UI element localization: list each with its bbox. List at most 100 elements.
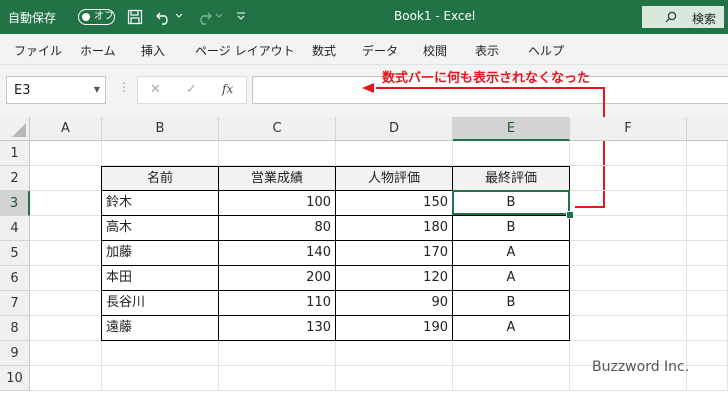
row-header-2[interactable]: 2 — [0, 166, 30, 191]
grid-cell[interactable] — [570, 241, 687, 266]
row-header-1[interactable]: 1 — [0, 141, 30, 166]
table-cell[interactable]: 鈴木 — [101, 191, 219, 216]
table-cell[interactable]: 90 — [336, 291, 453, 316]
grid-cell[interactable] — [687, 241, 728, 266]
grid-cell[interactable] — [453, 341, 570, 366]
grid-cell[interactable] — [570, 291, 687, 316]
grid-cell[interactable] — [687, 216, 728, 241]
grid-cell[interactable] — [30, 141, 102, 166]
grid-cell[interactable] — [687, 316, 728, 341]
header-cell-name[interactable]: 名前 — [101, 166, 219, 191]
table-cell[interactable]: 110 — [219, 291, 336, 316]
table-cell[interactable]: A — [453, 241, 570, 266]
table-cell[interactable]: 遠藤 — [101, 316, 219, 341]
grid-cell[interactable] — [102, 341, 219, 366]
table-cell[interactable]: 170 — [336, 241, 453, 266]
table-cell[interactable]: 200 — [219, 266, 336, 291]
undo-dropdown-icon[interactable] — [175, 13, 183, 19]
row-header-6[interactable]: 6 — [0, 266, 30, 291]
tab-page-layout[interactable]: ページ レイアウト — [195, 42, 295, 59]
grid-cell[interactable] — [453, 366, 570, 391]
save-icon[interactable] — [127, 9, 143, 25]
table-cell[interactable]: 加藤 — [101, 241, 219, 266]
tab-home[interactable]: ホーム — [80, 42, 116, 59]
grid-cell[interactable] — [570, 266, 687, 291]
grid-cell[interactable] — [30, 241, 102, 266]
redo-dropdown-icon[interactable] — [215, 13, 223, 19]
tab-formulas[interactable]: 数式 — [312, 42, 336, 59]
tab-review[interactable]: 校閲 — [423, 42, 447, 59]
table-cell[interactable]: B — [453, 291, 570, 316]
grid-cell[interactable] — [687, 141, 728, 166]
row-header-7[interactable]: 7 — [0, 291, 30, 316]
grid-cell[interactable] — [453, 141, 570, 166]
column-header-a[interactable]: A — [30, 117, 102, 141]
grid-cell[interactable] — [336, 341, 453, 366]
row-header-3[interactable]: 3 — [0, 191, 30, 216]
table-cell[interactable]: 本田 — [101, 266, 219, 291]
grid-cell[interactable] — [30, 191, 102, 216]
column-header-c[interactable]: C — [219, 117, 336, 141]
tab-help[interactable]: ヘルプ — [528, 42, 564, 59]
table-cell[interactable]: 150 — [336, 191, 453, 216]
row-header-5[interactable]: 5 — [0, 241, 30, 266]
column-header-g[interactable] — [687, 117, 728, 141]
grid-cell[interactable] — [30, 266, 102, 291]
name-box[interactable]: E3 ▼ — [6, 76, 106, 104]
table-cell[interactable]: 100 — [219, 191, 336, 216]
tab-data[interactable]: データ — [362, 42, 398, 59]
grid-cell[interactable] — [30, 166, 102, 191]
grid-cell[interactable] — [102, 366, 219, 391]
row-header-10[interactable]: 10 — [0, 366, 30, 391]
table-cell[interactable]: A — [453, 266, 570, 291]
grid-cell[interactable] — [570, 191, 687, 216]
header-cell-final[interactable]: 最終評価 — [453, 166, 570, 191]
grid-cell[interactable] — [30, 216, 102, 241]
redo-icon[interactable] — [195, 8, 213, 26]
grid-cell[interactable] — [687, 366, 728, 391]
table-cell[interactable]: 190 — [336, 316, 453, 341]
grid-cell[interactable] — [570, 141, 687, 166]
grid-cell[interactable] — [687, 266, 728, 291]
grid-cell[interactable] — [30, 366, 102, 391]
table-cell[interactable]: 高木 — [101, 216, 219, 241]
column-header-e[interactable]: E — [453, 117, 570, 141]
grid-cell[interactable] — [570, 316, 687, 341]
grid-cell[interactable] — [336, 141, 453, 166]
table-cell[interactable]: 長谷川 — [101, 291, 219, 316]
grid-cell[interactable] — [687, 166, 728, 191]
table-cell[interactable]: 80 — [219, 216, 336, 241]
table-cell[interactable]: 120 — [336, 266, 453, 291]
autosave-toggle[interactable]: オフ — [78, 9, 115, 25]
table-cell[interactable]: 130 — [219, 316, 336, 341]
more-options-icon[interactable]: ⋮ — [118, 80, 130, 94]
undo-icon[interactable] — [155, 8, 173, 26]
insert-function-icon[interactable]: fx — [222, 82, 233, 96]
row-header-8[interactable]: 8 — [0, 316, 30, 341]
header-cell-character[interactable]: 人物評価 — [336, 166, 453, 191]
column-header-d[interactable]: D — [336, 117, 453, 141]
select-all-corner[interactable] — [0, 117, 30, 141]
row-header-9[interactable]: 9 — [0, 341, 30, 366]
enter-icon[interactable]: ✓ — [186, 82, 197, 97]
row-header-4[interactable]: 4 — [0, 216, 30, 241]
grid-cell[interactable] — [687, 291, 728, 316]
tab-view[interactable]: 表示 — [475, 42, 499, 59]
grid-cell[interactable] — [570, 216, 687, 241]
table-cell[interactable]: 180 — [336, 216, 453, 241]
chevron-down-icon[interactable]: ▼ — [94, 85, 100, 94]
cancel-icon[interactable]: ✕ — [150, 82, 161, 97]
grid-cell[interactable] — [30, 316, 102, 341]
fill-handle[interactable] — [566, 211, 574, 219]
tab-insert[interactable]: 挿入 — [141, 42, 165, 59]
table-cell[interactable]: 140 — [219, 241, 336, 266]
grid-cell[interactable] — [102, 141, 219, 166]
header-cell-sales[interactable]: 営業成績 — [219, 166, 336, 191]
column-header-b[interactable]: B — [102, 117, 219, 141]
search-box[interactable]: 検索 — [642, 6, 724, 28]
column-header-f[interactable]: F — [570, 117, 687, 141]
customize-toolbar-icon[interactable] — [236, 11, 246, 21]
tab-file[interactable]: ファイル — [14, 42, 62, 59]
grid-cell[interactable] — [30, 341, 102, 366]
grid-cell[interactable] — [219, 341, 336, 366]
